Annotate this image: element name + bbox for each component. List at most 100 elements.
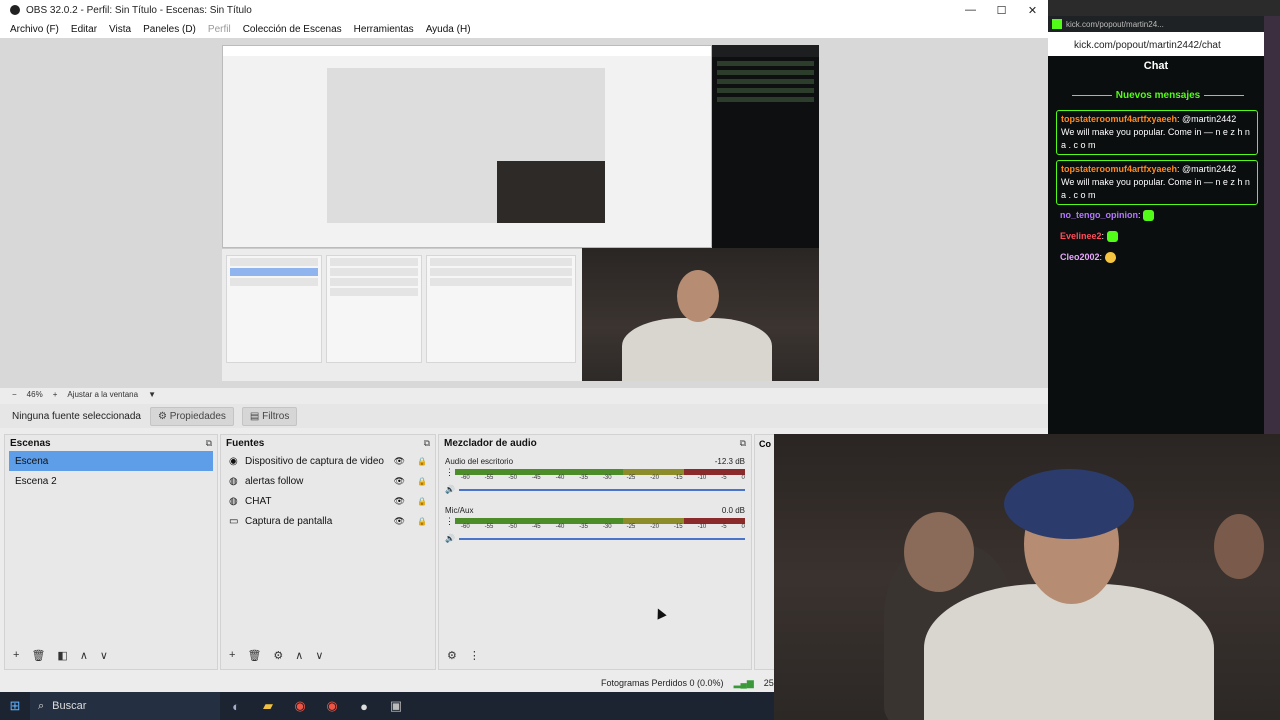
eye-icon[interactable]: 👁	[394, 496, 405, 507]
chat-mention: @martin2442	[1182, 114, 1237, 124]
gear-icon: ⚙	[158, 410, 170, 422]
preview-area[interactable]	[0, 38, 1048, 388]
source-item[interactable]: ◍ CHAT 👁 🔒	[221, 491, 435, 511]
menu-vista[interactable]: Vista	[109, 24, 131, 35]
lock-icon[interactable]: 🔒	[417, 477, 427, 486]
add-icon[interactable]: +	[229, 649, 235, 665]
emote-icon	[1106, 231, 1118, 243]
add-icon[interactable]: +	[13, 649, 19, 665]
popout-icon[interactable]: ⧉	[424, 438, 430, 448]
fit-window-label[interactable]: Ajustar a la ventana	[67, 390, 138, 399]
chat-text: We will make you popular. Come in — n e …	[1061, 127, 1250, 150]
chat-message: no_tengo_opinion:	[1060, 210, 1155, 222]
app-icon[interactable]: ▣	[380, 692, 412, 720]
scene-item[interactable]: Escena	[9, 451, 213, 471]
menu-dots-icon[interactable]: ⋮	[445, 517, 454, 526]
search-icon: ⌕	[38, 699, 45, 712]
eye-icon[interactable]: 👁	[394, 456, 405, 467]
camera-icon: ◉	[229, 455, 238, 467]
menu-coleccion-escenas[interactable]: Colección de Escenas	[243, 24, 342, 35]
popout-icon[interactable]: ⧉	[206, 438, 212, 448]
channel-db: 0.0 dB	[721, 506, 745, 515]
chat-username[interactable]: Cleo2002	[1060, 252, 1100, 262]
menu-dots-icon[interactable]: ⋮	[469, 649, 480, 665]
mixer-channel: Audio del escritorio -12.3 dB ⋮ -60 -55 -50…	[445, 457, 745, 494]
maximize-button[interactable]: ☐	[986, 4, 1017, 17]
move-up-icon[interactable]: ∧	[295, 649, 303, 665]
webcam-overlay	[774, 434, 1280, 720]
scenes-dock: Escenas ⧉ Escena Escena 2 + 🗑 ◧ ∧ ∨	[4, 434, 218, 670]
close-button[interactable]: ✕	[1017, 4, 1048, 17]
gear-icon[interactable]: ⚙	[273, 649, 283, 665]
filters-button[interactable]: ▤ Filtros	[241, 406, 298, 426]
obs-logo-icon	[10, 5, 20, 15]
taskbar: ⊞ ⌕ Buscar ◐ ▰ ◉ ◉ ● ▣	[0, 692, 774, 720]
chat-username[interactable]: topstateroomuf4artfxyaeeh	[1061, 114, 1177, 124]
preview-canvas[interactable]	[222, 45, 819, 381]
speaker-icon[interactable]: 🔊	[445, 534, 455, 543]
move-down-icon[interactable]: ∨	[315, 649, 323, 665]
chrome-profile-icon[interactable]: ◉	[316, 692, 348, 720]
menu-paneles[interactable]: Paneles (D)	[143, 24, 196, 35]
chat-message: Evelinee2:	[1060, 231, 1118, 243]
folder-icon[interactable]: ▰	[252, 692, 284, 720]
taskbar-search[interactable]: ⌕ Buscar	[30, 692, 220, 720]
move-up-icon[interactable]: ∧	[80, 649, 88, 665]
menu-ayuda[interactable]: Ayuda (H)	[426, 24, 471, 35]
volume-slider[interactable]	[458, 488, 745, 491]
zoom-dropdown-icon[interactable]: ▼	[148, 390, 156, 399]
popout-icon[interactable]: ⧉	[740, 438, 746, 448]
minimize-button[interactable]: —	[955, 4, 986, 17]
meter-ticks: -60 -55 -50 -45 -40 -35 -30 -25 -20 -15 -10 -5 0	[461, 475, 745, 481]
chat-titlebar: kick.com/popout/martin24...	[1048, 16, 1264, 32]
trash-icon[interactable]: 🗑	[31, 649, 45, 665]
chat-url-bar[interactable]: kick.com/popout/martin2442/chat	[1048, 32, 1264, 56]
scene-item[interactable]: Escena 2	[9, 471, 213, 491]
source-item[interactable]: ▭ Captura de pantalla 👁 🔒	[221, 511, 435, 531]
chrome-icon[interactable]: ◉	[284, 692, 316, 720]
window-title: OBS 32.0.2 - Perfil: Sin Título - Escena…	[26, 4, 252, 16]
eye-icon[interactable]: 👁	[394, 516, 405, 527]
menu-dots-icon[interactable]: ⋮	[445, 468, 454, 477]
lock-icon[interactable]: 🔒	[417, 517, 427, 526]
chat-mention: @martin2442	[1182, 164, 1237, 174]
gear-icon[interactable]: ⚙	[447, 649, 457, 665]
obs-icon[interactable]: ●	[348, 692, 380, 720]
zoom-value: 46%	[26, 389, 43, 399]
browser-icon: ◍	[229, 475, 238, 487]
zoom-out-button[interactable]: −	[12, 390, 17, 399]
webcam-capture	[582, 248, 819, 381]
menu-perfil[interactable]: Perfil	[208, 24, 231, 35]
menu-editar[interactable]: Editar	[71, 24, 97, 35]
chat-username[interactable]: Evelinee2	[1060, 231, 1102, 241]
source-item[interactable]: ◍ alertas follow 👁 🔒	[221, 471, 435, 491]
dropped-frames: Fotogramas Perdidos 0 (0.0%)	[601, 678, 724, 688]
lock-icon[interactable]: 🔒	[417, 457, 427, 466]
controls-title: Co	[759, 439, 771, 449]
volume-slider[interactable]	[458, 537, 745, 540]
chat-username[interactable]: no_tengo_opinion	[1060, 210, 1138, 220]
lock-icon[interactable]: 🔒	[417, 497, 427, 506]
chat-username[interactable]: topstateroomuf4artfxyaeeh	[1061, 164, 1177, 174]
speaker-icon[interactable]: 🔊	[445, 485, 455, 494]
kick-logo-icon	[1052, 19, 1062, 29]
filters-icon[interactable]: ◧	[57, 649, 67, 665]
menu-herramientas[interactable]: Herramientas	[354, 24, 414, 35]
windows-start-icon[interactable]: ⊞	[0, 692, 30, 720]
captured-docks	[222, 248, 582, 381]
properties-button[interactable]: ⚙ Propiedades	[150, 406, 234, 426]
menu-archivo[interactable]: Archivo (F)	[10, 24, 59, 35]
trash-icon[interactable]: 🗑	[247, 649, 261, 665]
source-item[interactable]: ◉ Dispositivo de captura de video 👁 🔒	[221, 451, 435, 471]
eye-icon[interactable]: 👁	[394, 476, 405, 487]
controls-dock: Co	[754, 434, 776, 670]
chat-message: topstateroomuf4artfxyaeeh: @martin2442 W…	[1056, 110, 1258, 155]
channel-name: Mic/Aux	[445, 506, 474, 515]
app-icon[interactable]: ◐	[220, 692, 252, 720]
mixer-title: Mezclador de audio	[444, 438, 537, 449]
move-down-icon[interactable]: ∨	[100, 649, 108, 665]
captured-screen	[222, 45, 712, 248]
zoom-in-button[interactable]: +	[53, 390, 58, 399]
chat-window	[1048, 16, 1264, 434]
title-bar: OBS 32.0.2 - Perfil: Sin Título - Escena…	[0, 0, 1048, 20]
